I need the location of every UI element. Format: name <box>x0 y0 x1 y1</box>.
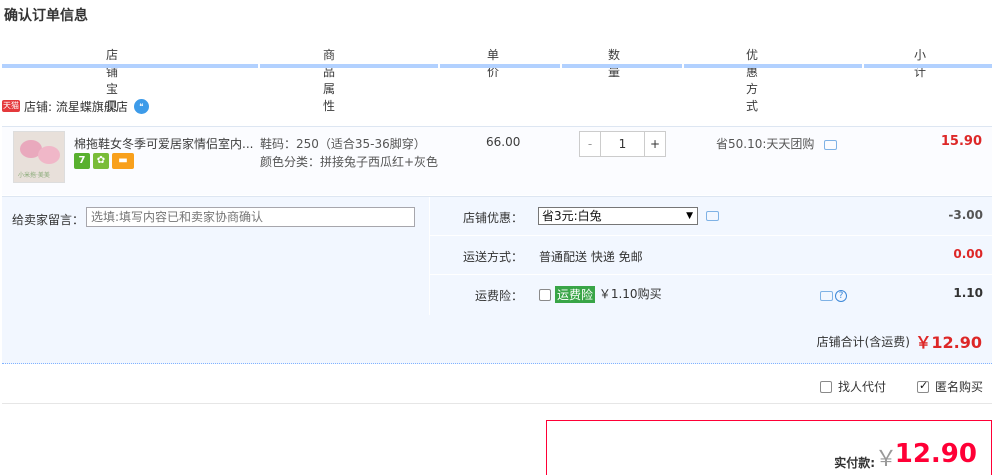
final-payment-box: 实付款: ￥ 12.90 <box>546 420 992 475</box>
header-divider-gap <box>682 64 684 68</box>
shipping-method: 普通配送 快递 免邮 <box>539 250 643 264</box>
anonymous-option[interactable]: 匿名购买 <box>917 378 983 395</box>
shop-row: 天猫 店铺: 流星蝶旗舰店 ❝ <box>2 96 149 116</box>
shop-total-amount: ￥12.90 <box>915 333 982 352</box>
column-header-unit-price: 单价 <box>487 48 500 79</box>
insurance-option: 运费险 ￥1.10购买 <box>539 285 662 303</box>
shop-total-row: 店铺合计(含运费) ￥12.90 <box>2 315 992 365</box>
credit-card-icon[interactable]: ▬ <box>112 153 134 169</box>
guarantee-icon[interactable]: ✿ <box>93 153 109 169</box>
header-divider-gap <box>258 64 260 68</box>
comment-icon[interactable] <box>820 290 833 301</box>
insurance-help: ? <box>820 288 847 302</box>
tmall-badge-icon: 天猫 <box>2 100 20 112</box>
thumbnail-caption: 小米拖·美美 <box>18 172 50 179</box>
header-divider-gap <box>560 64 562 68</box>
insurance-badge: 运费险 <box>555 286 596 303</box>
header-divider <box>2 64 992 68</box>
shipping-amount: 0.00 <box>953 247 983 261</box>
column-header-discount: 优惠方式 <box>746 48 759 113</box>
question-mark-icon[interactable]: ? <box>835 289 847 302</box>
seven-day-return-icon[interactable]: 7 <box>74 153 90 169</box>
promotion-info: 省50.10:天天团购 <box>716 135 838 152</box>
quantity-stepper: - 1 + <box>579 131 666 157</box>
shipping-row: 运送方式： 普通配送 快递 免邮 0.00 <box>430 236 993 275</box>
seller-message-input[interactable] <box>86 207 415 227</box>
comment-icon[interactable] <box>824 139 838 150</box>
promotion-label: 省50.10:天天团购 <box>716 137 815 151</box>
anonymous-checkbox[interactable] <box>917 379 929 393</box>
coupon-select[interactable]: 省3元:白兔 ▼ <box>538 207 698 225</box>
chevron-down-icon: ▼ <box>686 211 693 221</box>
proxy-pay-checkbox[interactable] <box>820 380 832 393</box>
slipper-shape <box>38 146 60 164</box>
order-options-block: 给卖家留言： 店铺优惠： 省3元:白兔 ▼ -3.00 运送方式： 普通配送 快… <box>2 196 993 365</box>
header-divider-gap <box>862 64 864 68</box>
coupon-label: 店铺优惠： <box>462 211 523 225</box>
proxy-pay-label: 找人代付 <box>838 380 887 394</box>
shipping-label: 运送方式： <box>462 250 523 264</box>
insurance-row: 运费险： 运费险 ￥1.10购买 ? 1.10 <box>430 275 993 314</box>
payment-options-row: 找人代付 匿名购买 <box>2 366 992 404</box>
anonymous-label: 匿名购买 <box>935 380 984 394</box>
page-title: 确认订单信息 <box>4 8 88 24</box>
shop-name-link[interactable]: 店铺: 流星蝶旗舰店 <box>24 98 128 115</box>
insurance-label: 运费险： <box>474 289 523 303</box>
seller-message-area: 给卖家留言： <box>2 197 428 315</box>
currency-symbol: ￥ <box>874 447 897 472</box>
proxy-pay-option[interactable]: 找人代付 <box>820 378 886 395</box>
coupon-selected-value: 省3元:白兔 <box>542 209 602 223</box>
header-divider-gap <box>438 64 440 68</box>
coupon-amount: -3.00 <box>948 208 983 222</box>
final-payment-label: 实付款: <box>834 456 875 470</box>
coupon-row: 店铺优惠： 省3元:白兔 ▼ -3.00 <box>430 197 993 236</box>
service-icons: 7 ✿ ▬ <box>74 153 134 169</box>
insurance-checkbox[interactable] <box>539 288 551 301</box>
wangwang-chat-icon[interactable]: ❝ <box>133 98 149 114</box>
item-subtotal: 15.90 <box>940 134 982 149</box>
comment-icon[interactable] <box>706 211 719 221</box>
order-item-row: 小米拖·美美 棉拖鞋女冬季可爱居家情侣室内... 7 ✿ ▬ 鞋码：250（适合… <box>2 126 992 195</box>
shop-total-label: 店铺合计(含运费) <box>816 335 910 349</box>
insurance-amount: 1.10 <box>953 286 983 300</box>
insurance-price: ￥1.10购买 <box>598 287 662 301</box>
order-options: 店铺优惠： 省3元:白兔 ▼ -3.00 运送方式： 普通配送 快递 免邮 0.… <box>429 197 993 315</box>
quantity-input[interactable]: 1 <box>601 132 644 156</box>
final-payment-amount: 12.90 <box>894 439 977 469</box>
column-header-subtotal: 小计 <box>914 48 927 79</box>
attr-size: 鞋码：250（适合35-36脚穿） <box>260 137 426 151</box>
column-header-attributes: 商品属性 <box>323 48 336 113</box>
quantity-increase-button[interactable]: + <box>644 132 665 156</box>
product-title-link[interactable]: 棉拖鞋女冬季可爱居家情侣室内... <box>74 135 256 152</box>
quantity-decrease-button[interactable]: - <box>580 132 601 156</box>
seller-message-label: 给卖家留言： <box>12 213 85 227</box>
product-thumbnail[interactable]: 小米拖·美美 <box>13 131 65 183</box>
attr-color: 颜色分类：拼接兔子西瓜红+灰色 <box>260 155 439 169</box>
column-header-quantity: 数量 <box>608 48 621 79</box>
unit-price: 66.00 <box>486 135 521 149</box>
